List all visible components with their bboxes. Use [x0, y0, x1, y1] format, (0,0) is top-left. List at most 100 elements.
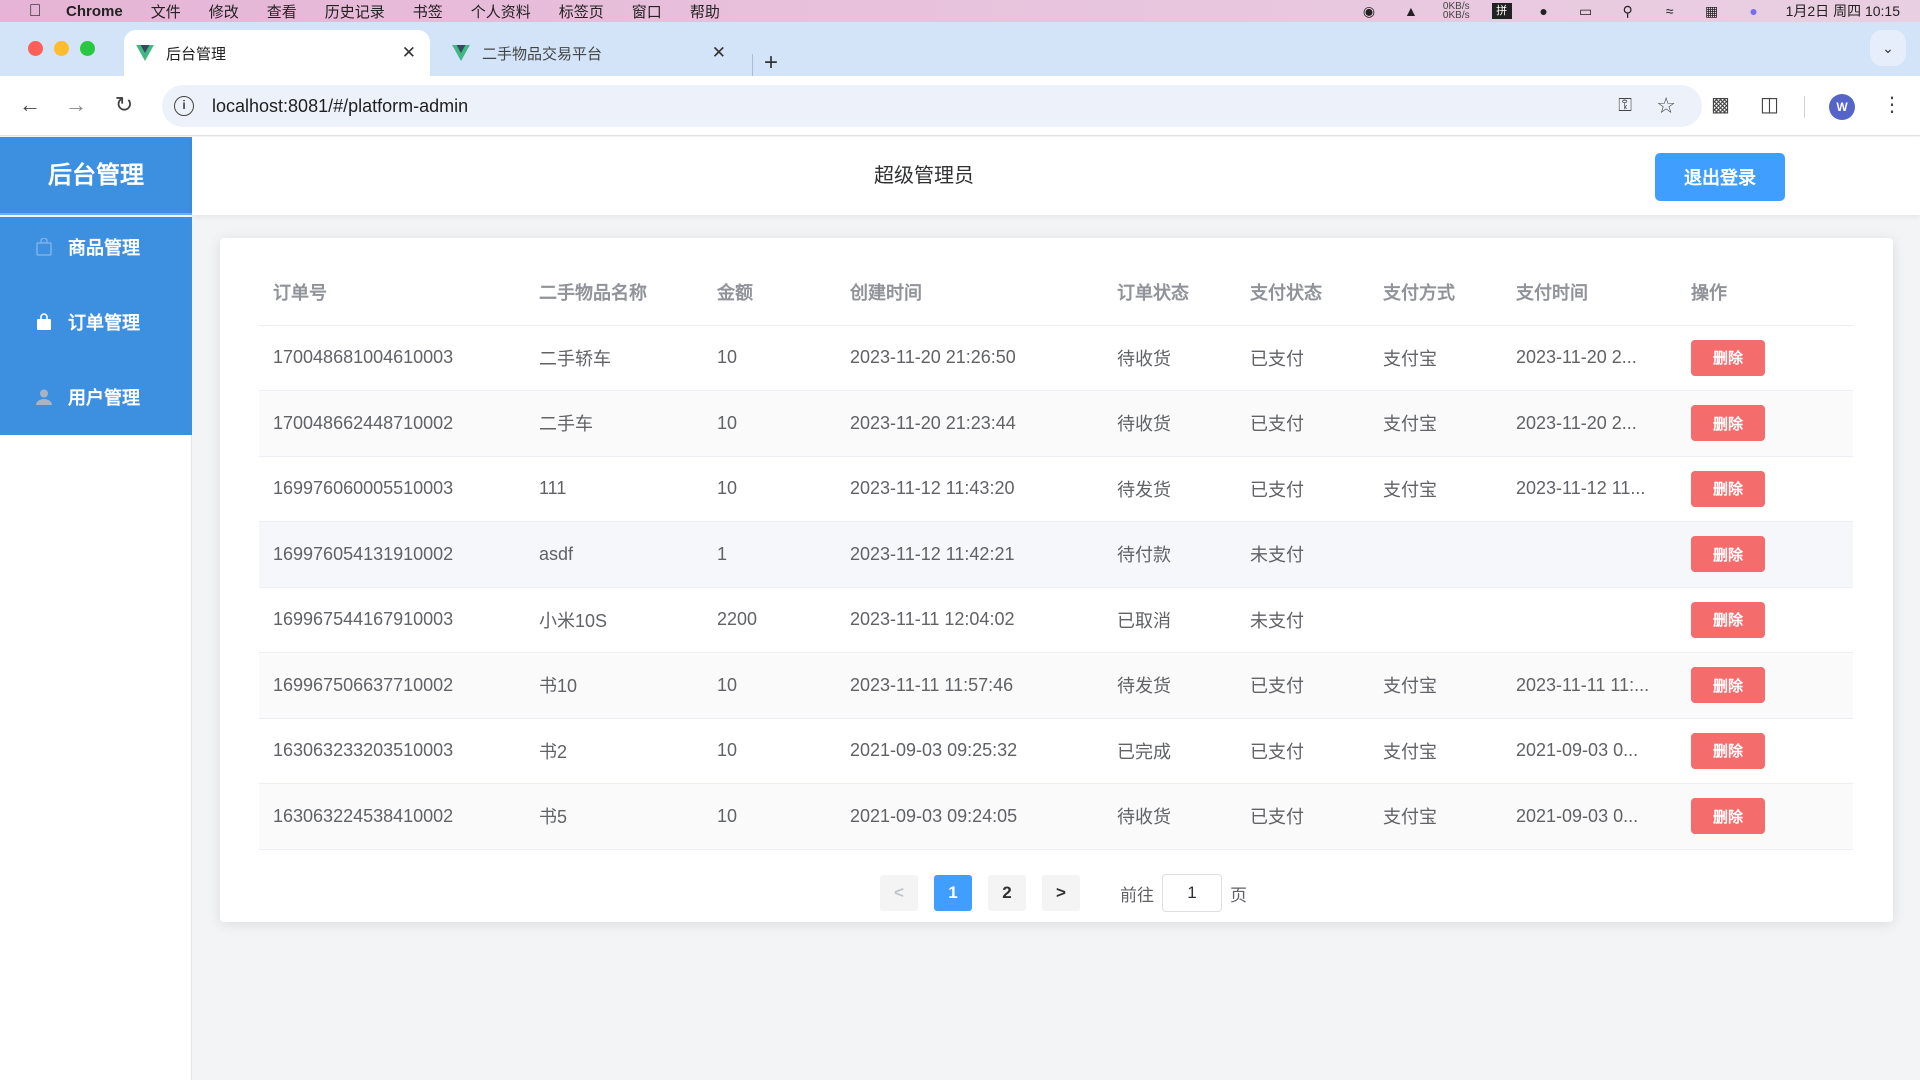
battery-icon[interactable]: ▭	[1576, 3, 1596, 19]
page-title: 超级管理员	[874, 165, 974, 187]
site-info-icon[interactable]: i	[174, 96, 194, 116]
tab-admin[interactable]: 后台管理 ✕	[124, 30, 430, 76]
toolbar-divider	[1804, 96, 1805, 118]
close-window-button[interactable]	[28, 41, 43, 56]
sidebar-item-users[interactable]: 用户管理	[0, 367, 192, 427]
prev-page-button[interactable]: <	[880, 875, 918, 911]
sidebar-item-label: 商品管理	[68, 238, 140, 258]
delete-order-button[interactable]: 删除	[1691, 339, 1765, 376]
logout-button[interactable]: 退出登录	[1655, 153, 1785, 201]
menu-bookmarks[interactable]: 书签	[413, 1, 443, 22]
cell-pay-status: 已支付	[1236, 325, 1369, 391]
cell-order-status: 已完成	[1103, 718, 1236, 784]
address-bar[interactable]: i localhost:8081/#/platform-admin ⚿ ☆	[162, 85, 1702, 127]
metronome-icon[interactable]: ▲	[1401, 3, 1421, 19]
cell-amount: 10	[703, 783, 836, 850]
menu-window[interactable]: 窗口	[632, 1, 662, 22]
cell-pay-time: 2023-11-20 2...	[1502, 325, 1677, 391]
menu-history[interactable]: 历史记录	[325, 1, 385, 22]
new-tab-button[interactable]: +	[764, 49, 778, 77]
clock[interactable]: 1月2日 周四 10:15	[1786, 1, 1900, 21]
extensions-puzzle-icon[interactable]: ◫	[1760, 92, 1779, 117]
cell-order-no: 170048681004610003	[259, 325, 525, 391]
forward-arrow-icon[interactable]: →	[62, 92, 90, 118]
kebab-menu-icon[interactable]: ⋮	[1882, 92, 1902, 117]
delete-order-button[interactable]: 删除	[1691, 798, 1765, 835]
page-1-button[interactable]: 1	[934, 875, 972, 911]
delete-order-button[interactable]: 删除	[1691, 405, 1765, 442]
profile-avatar[interactable]: W	[1829, 94, 1855, 120]
reload-icon[interactable]: ↻	[110, 92, 138, 118]
table-row: 170048681004610003 二手轿车 10 2023-11-20 21:26…	[259, 325, 1853, 391]
menu-edit[interactable]: 修改	[209, 1, 239, 22]
user-icon	[34, 387, 54, 407]
column-header-pay-time[interactable]: 支付时间	[1502, 260, 1677, 326]
cell-order-no: 169967506637710002	[259, 652, 525, 719]
cell-pay-status: 未支付	[1236, 587, 1369, 653]
sidebar-background	[0, 435, 192, 1080]
cell-pay-time: 2023-11-20 2...	[1502, 390, 1677, 457]
cell-order-status: 待付款	[1103, 521, 1236, 588]
close-tab-icon[interactable]: ✕	[712, 43, 726, 63]
menu-help[interactable]: 帮助	[690, 1, 720, 22]
orders-card: 订单号 二手物品名称 金额 创建时间 订单状态 支付状态 支付方式 支付时间 操…	[220, 238, 1893, 922]
cell-amount: 10	[703, 718, 836, 784]
delete-order-button[interactable]: 删除	[1691, 732, 1765, 769]
delete-order-button[interactable]: 删除	[1691, 601, 1765, 638]
control-center-icon[interactable]: ▦	[1702, 3, 1722, 19]
menu-view[interactable]: 查看	[267, 1, 297, 22]
pagination: < 1 2 > 前往 页	[880, 874, 1247, 912]
cell-amount: 10	[703, 390, 836, 457]
delete-order-button[interactable]: 删除	[1691, 667, 1765, 704]
sidebar-menu: 商品管理 订单管理 用户管理	[0, 217, 192, 435]
cat-app-icon[interactable]: ◉	[1359, 3, 1379, 19]
next-page-button[interactable]: >	[1042, 875, 1080, 911]
menu-app-name[interactable]: Chrome	[66, 3, 123, 20]
bag-icon	[34, 312, 54, 332]
apple-icon[interactable]: 	[26, 2, 44, 20]
column-header-pay-status[interactable]: 支付状态	[1236, 260, 1369, 326]
close-tab-icon[interactable]: ✕	[402, 43, 416, 63]
delete-order-button[interactable]: 删除	[1691, 536, 1765, 573]
siri-icon[interactable]: ●	[1744, 3, 1764, 19]
search-icon[interactable]: ⚲	[1618, 3, 1638, 19]
column-header-order-status[interactable]: 订单状态	[1103, 260, 1236, 326]
delete-order-button[interactable]: 删除	[1691, 470, 1765, 507]
bookmark-star-icon[interactable]: ☆	[1656, 93, 1676, 119]
maximize-window-button[interactable]	[80, 41, 95, 56]
cell-pay-time: 2021-09-03 0...	[1502, 783, 1677, 850]
cell-item-name: 111	[525, 456, 703, 522]
wechat-icon[interactable]: ●	[1534, 3, 1554, 19]
column-header-pay-method[interactable]: 支付方式	[1369, 260, 1502, 326]
ime-icon[interactable]: 拼	[1491, 3, 1512, 19]
goods-icon	[34, 237, 54, 257]
menu-profiles[interactable]: 个人资料	[471, 1, 531, 22]
sidebar-item-orders[interactable]: 订单管理	[0, 292, 192, 352]
column-header-order-no[interactable]: 订单号	[259, 260, 525, 326]
page-2-button[interactable]: 2	[988, 875, 1026, 911]
cell-pay-status: 未支付	[1236, 521, 1369, 588]
qr-code-icon[interactable]: ▩	[1711, 92, 1730, 117]
menu-file[interactable]: 文件	[151, 1, 181, 22]
cell-actions: 删除	[1677, 521, 1853, 588]
cell-amount: 10	[703, 652, 836, 719]
password-key-icon[interactable]: ⚿	[1618, 95, 1632, 116]
tab-title: 后台管理	[166, 45, 227, 63]
cell-pay-status: 已支付	[1236, 718, 1369, 784]
cell-order-status: 待收货	[1103, 783, 1236, 850]
wifi-icon[interactable]: ≈	[1660, 3, 1680, 19]
cell-order-no: 163063224538410002	[259, 783, 525, 850]
url-text[interactable]: localhost:8081/#/platform-admin	[212, 96, 468, 117]
cell-order-status: 待收货	[1103, 325, 1236, 391]
column-header-item-name[interactable]: 二手物品名称	[525, 260, 703, 326]
column-header-created-time[interactable]: 创建时间	[836, 260, 1103, 326]
tab-search-chevron-icon[interactable]: ⌄	[1870, 30, 1906, 66]
cell-pay-status: 已支付	[1236, 652, 1369, 719]
menu-tab[interactable]: 标签页	[559, 1, 604, 22]
sidebar-item-goods[interactable]: 商品管理	[0, 217, 192, 277]
tab-platform[interactable]: 二手物品交易平台 ✕	[440, 30, 740, 76]
minimize-window-button[interactable]	[54, 41, 69, 56]
column-header-amount[interactable]: 金额	[703, 260, 836, 326]
back-arrow-icon[interactable]: ←	[16, 92, 44, 118]
goto-page-input[interactable]	[1162, 874, 1222, 912]
